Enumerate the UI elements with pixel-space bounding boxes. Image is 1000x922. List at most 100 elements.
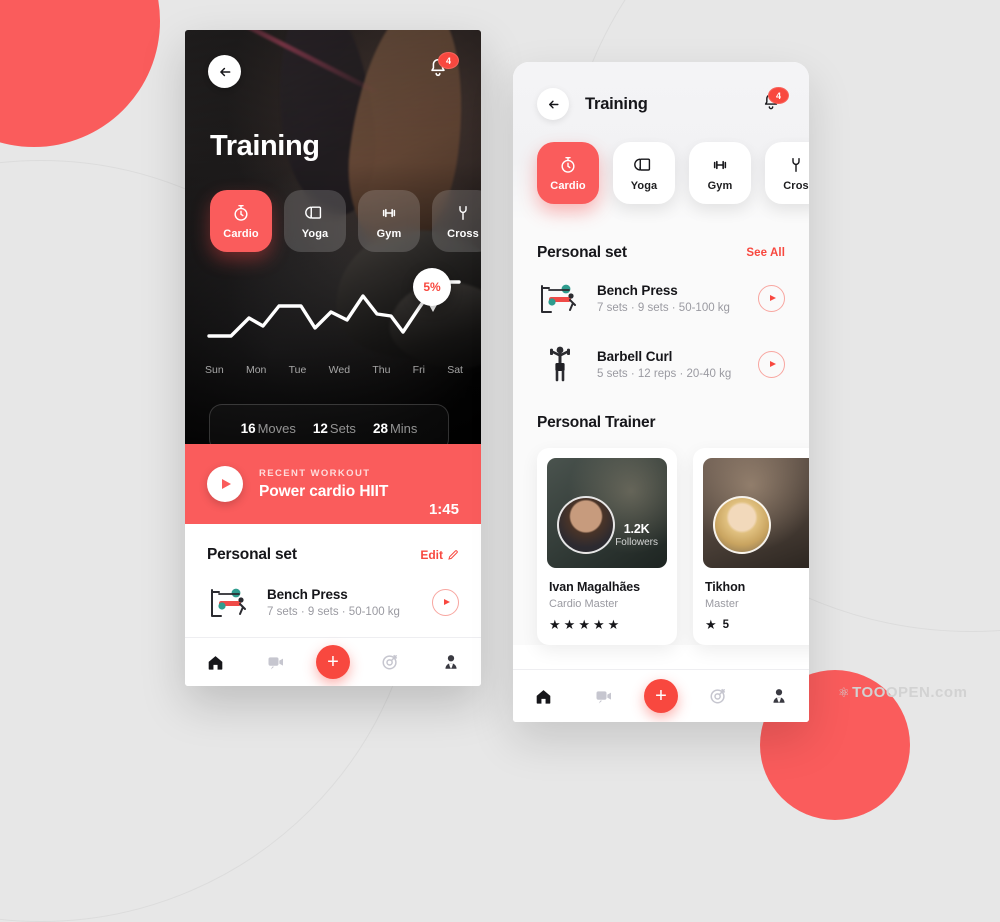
yoga-mat-icon xyxy=(634,157,651,171)
profile-icon xyxy=(773,689,785,703)
exercise-name: Bench Press xyxy=(267,586,348,602)
category-tab-label: Cardio xyxy=(550,179,586,192)
recent-workout-play-button[interactable] xyxy=(207,466,243,502)
personal-set-section-1: Personal set Edit Bench Press 7 sets · 9… xyxy=(185,524,481,634)
category-tab-cross[interactable]: Cross xyxy=(432,190,481,252)
category-tab-label: Yoga xyxy=(301,227,329,240)
category-tab-label: Gym xyxy=(376,227,402,240)
dumbbell-icon xyxy=(713,160,727,169)
stat-sets-label: Sets xyxy=(329,420,356,436)
chart-day-label: Tue xyxy=(288,364,307,376)
exercise-name: Barbell Curl xyxy=(597,348,673,364)
play-icon xyxy=(769,361,776,367)
nav-add-button[interactable]: + xyxy=(315,645,350,679)
trainer-role: Master xyxy=(705,598,739,610)
category-tab-gym[interactable]: Gym xyxy=(358,190,420,252)
plus-icon: + xyxy=(327,651,339,673)
nav-messages[interactable] xyxy=(256,642,296,682)
star-icon: ★ xyxy=(705,617,717,632)
video-chat-icon xyxy=(268,657,283,670)
video-chat-icon xyxy=(596,691,611,704)
exercise-name: Bench Press xyxy=(597,282,678,298)
recent-workout-banner[interactable]: RECENT WORKOUT Power cardio HIIT 1:45 xyxy=(185,444,481,524)
edit-label: Edit xyxy=(420,548,443,562)
phone-screen-2: Training 4 Cardio Yoga Gym Cros Personal… xyxy=(513,62,809,722)
kettlebell-icon xyxy=(459,205,467,220)
nav-profile[interactable] xyxy=(759,676,799,716)
category-tab-cardio[interactable]: Cardio xyxy=(210,190,272,252)
play-icon xyxy=(222,479,231,489)
notifications-button[interactable]: 4 xyxy=(761,87,789,116)
kettlebell-icon xyxy=(792,157,800,172)
bench-press-illustration xyxy=(537,276,583,320)
personal-set-title: Personal set xyxy=(537,244,627,261)
personal-set-title: Personal set xyxy=(207,546,297,563)
exercise-meta: 5 sets · 12 reps · 20-40 kg xyxy=(597,367,732,380)
nav-messages[interactable] xyxy=(584,676,624,716)
star-icon: ★ xyxy=(592,617,605,632)
trainer-card[interactable]: 1.2K Followers Ivan Magalhães Cardio Mas… xyxy=(537,448,677,645)
recent-workout-title: Power cardio HIIT xyxy=(259,482,389,500)
trainer-cover-photo: 1.2K Followers xyxy=(547,458,667,568)
category-tab-yoga[interactable]: Yoga xyxy=(613,142,675,204)
trainer-rating: ★ 5 xyxy=(705,618,809,631)
chart-day-label: Wed xyxy=(328,364,351,376)
trainer-card[interactable]: Tikhon Master ★ 5 xyxy=(693,448,809,645)
exercise-row[interactable]: Bench Press 7 sets · 9 sets · 50-100 kg xyxy=(207,568,459,634)
recent-workout-time: 1:45 xyxy=(428,501,459,518)
trainer-name: Ivan Magalhães xyxy=(549,580,641,594)
exercise-row[interactable]: Bench Press 7 sets · 9 sets · 50-100 kg xyxy=(537,264,785,330)
category-tab-label: Gym xyxy=(707,179,733,192)
star-icon: ★ xyxy=(549,617,561,632)
exercise-play-button[interactable] xyxy=(758,350,785,378)
pencil-icon xyxy=(448,550,458,560)
category-tab-gym[interactable]: Gym xyxy=(689,142,751,204)
stat-mins: 28 Mins xyxy=(373,421,417,436)
nav-profile[interactable] xyxy=(431,642,471,682)
page-title: Training xyxy=(210,130,320,162)
profile-icon xyxy=(445,655,457,669)
nav-home[interactable] xyxy=(523,676,563,716)
exercise-play-button[interactable] xyxy=(432,588,459,616)
trainer-name: Tikhon xyxy=(705,580,746,594)
stat-moves: 16 Moves xyxy=(241,421,296,436)
dumbbell-icon xyxy=(382,208,396,217)
home-icon xyxy=(208,655,222,670)
see-all-link[interactable]: See All xyxy=(746,247,785,259)
notifications-badge: 4 xyxy=(768,87,789,104)
exercise-row[interactable]: Barbell Curl 5 sets · 12 reps · 20-40 kg xyxy=(537,330,785,396)
watermark-mark-icon: ⚛ xyxy=(838,685,851,700)
trainer-followers: 1.2K Followers xyxy=(615,522,658,548)
category-tab-cross[interactable]: Cros xyxy=(765,142,809,204)
notifications-button[interactable]: 4 xyxy=(427,52,459,85)
home-icon xyxy=(536,689,550,704)
exercise-meta: 7 sets · 9 sets · 50-100 kg xyxy=(267,605,400,618)
nav-goals[interactable] xyxy=(370,642,410,682)
category-tab-yoga[interactable]: Yoga xyxy=(284,190,346,252)
back-button[interactable] xyxy=(208,55,241,88)
trainer-role: Cardio Master xyxy=(549,598,619,610)
category-tabs-1: Cardio Yoga Gym Cross xyxy=(210,190,481,252)
star-icon: ★ xyxy=(563,617,576,632)
edit-button[interactable]: Edit xyxy=(420,548,459,562)
trainer-rating-value: 5 xyxy=(722,618,730,631)
stat-moves-label: Moves xyxy=(257,420,296,436)
phone2-content: Personal set See All Bench Press 7 sets … xyxy=(513,222,809,645)
stopwatch-icon xyxy=(561,156,575,173)
recent-workout-kicker: RECENT WORKOUT xyxy=(259,467,371,479)
nav-goals[interactable] xyxy=(698,676,738,716)
yoga-mat-icon xyxy=(305,205,322,219)
chart-day-labels: Sun Mon Tue Wed Thu Fri Sat xyxy=(205,364,463,376)
category-tab-label: Cardio xyxy=(223,227,259,240)
nav-home[interactable] xyxy=(195,642,235,682)
nav-add-button[interactable]: + xyxy=(643,679,678,713)
trainer-rating: ★ ★ ★ ★ ★ xyxy=(549,618,665,631)
trainer-card-list: 1.2K Followers Ivan Magalhães Cardio Mas… xyxy=(537,448,809,645)
back-button[interactable] xyxy=(537,88,569,120)
category-tab-cardio[interactable]: Cardio xyxy=(537,142,599,204)
target-icon xyxy=(382,654,398,670)
stat-moves-value: 16 xyxy=(240,420,256,436)
star-icon: ★ xyxy=(607,617,620,632)
category-tab-label: Yoga xyxy=(630,179,658,192)
exercise-play-button[interactable] xyxy=(758,284,785,312)
